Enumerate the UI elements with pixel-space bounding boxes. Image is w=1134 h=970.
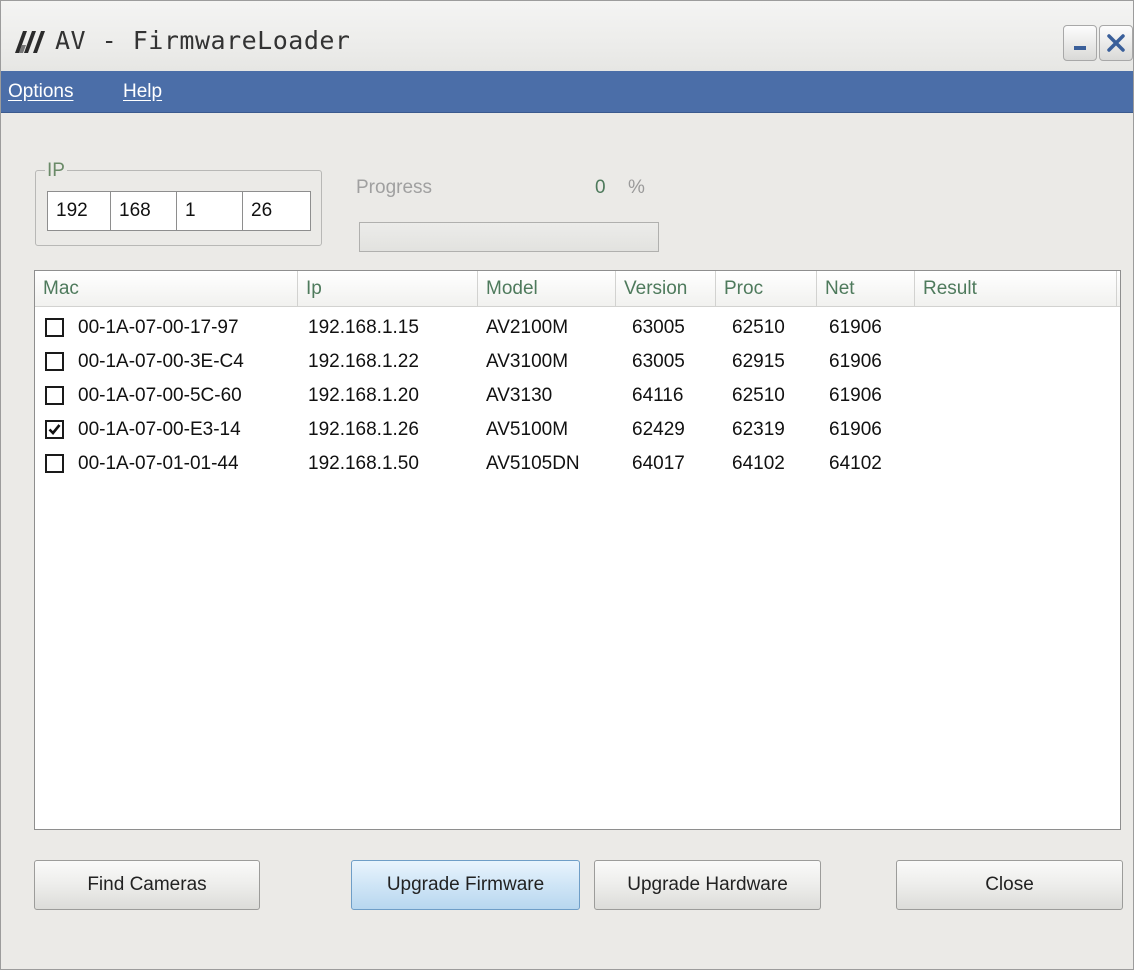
list-item[interactable]: 00-1A-07-00-3E-C4 192.168.1.22 AV3100M 6300… xyxy=(35,345,1120,379)
ip-octet-3[interactable]: 1 xyxy=(177,192,243,230)
cell-net: 61906 xyxy=(829,317,882,338)
column-header-proc[interactable]: Proc xyxy=(716,271,817,307)
cell-mac: 00-1A-07-00-3E-C4 xyxy=(78,351,244,372)
cell-ip: 192.168.1.26 xyxy=(308,419,419,440)
column-header-result[interactable]: Result xyxy=(915,271,1117,307)
av-logo-icon xyxy=(15,31,45,53)
checkbox-icon[interactable] xyxy=(45,386,64,405)
checkbox-icon[interactable] xyxy=(45,318,64,337)
list-item[interactable]: 00-1A-07-00-5C-60 192.168.1.20 AV3130 64116… xyxy=(35,379,1120,413)
cell-ip: 192.168.1.50 xyxy=(308,453,419,474)
progress-bar xyxy=(359,222,659,252)
checkbox-icon[interactable] xyxy=(45,352,64,371)
cell-version: 62429 xyxy=(632,419,685,440)
progress-label: Progress xyxy=(356,177,433,198)
window-title: AV - FirmwareLoader xyxy=(55,26,351,55)
cell-version: 64116 xyxy=(632,385,684,406)
close-window-button[interactable] xyxy=(1099,25,1133,61)
menu-help[interactable]: Help xyxy=(123,81,162,103)
cell-proc: 62510 xyxy=(732,385,785,406)
close-icon xyxy=(1107,34,1125,52)
cell-ip: 192.168.1.20 xyxy=(308,385,419,406)
cell-version: 63005 xyxy=(632,351,685,372)
upgrade-hardware-button[interactable]: Upgrade Hardware xyxy=(594,860,821,910)
cell-model: AV5100M xyxy=(486,419,569,440)
cell-net: 61906 xyxy=(829,385,882,406)
progress-value: 0 xyxy=(595,177,606,198)
ip-octet-1[interactable]: 192 xyxy=(48,192,111,230)
column-header-model[interactable]: Model xyxy=(478,271,616,307)
cell-net: 64102 xyxy=(829,453,882,474)
ip-address-field[interactable]: 192 168 1 26 xyxy=(47,191,311,231)
list-item[interactable]: 00-1A-07-00-17-97 192.168.1.15 AV2100M 6300… xyxy=(35,311,1120,345)
cell-model: AV3100M xyxy=(486,351,569,372)
minimize-button[interactable] xyxy=(1063,25,1097,61)
checkbox-icon[interactable] xyxy=(45,454,64,473)
progress-unit: % xyxy=(628,177,645,198)
cell-model: AV2100M xyxy=(486,317,569,338)
list-header: Mac Ip Model Version Proc Net Result xyxy=(35,271,1120,307)
menu-bar: Options Help xyxy=(1,71,1133,113)
column-header-net[interactable]: Net xyxy=(817,271,915,307)
close-button[interactable]: Close xyxy=(896,860,1123,910)
cell-ip: 192.168.1.15 xyxy=(308,317,419,338)
menu-options[interactable]: Options xyxy=(8,81,73,103)
list-item[interactable]: 00-1A-07-01-01-44 192.168.1.50 AV5105DN 640… xyxy=(35,447,1120,481)
cell-proc: 62915 xyxy=(732,351,785,372)
column-header-ip[interactable]: Ip xyxy=(298,271,478,307)
minimize-icon xyxy=(1074,46,1086,50)
cell-mac: 00-1A-07-00-E3-14 xyxy=(78,419,241,440)
cell-net: 61906 xyxy=(829,351,882,372)
list-item[interactable]: 00-1A-07-00-E3-14 192.168.1.26 AV5100M 6242… xyxy=(35,413,1120,447)
ip-octet-2[interactable]: 168 xyxy=(111,192,177,230)
cell-ip: 192.168.1.22 xyxy=(308,351,419,372)
cell-version: 64017 xyxy=(632,453,685,474)
cell-mac: 00-1A-07-00-17-97 xyxy=(78,317,239,338)
cell-model: AV3130 xyxy=(486,385,553,406)
checkbox-icon[interactable] xyxy=(45,420,64,439)
cell-mac: 00-1A-07-00-5C-60 xyxy=(78,385,242,406)
cell-mac: 00-1A-07-01-01-44 xyxy=(78,453,239,474)
column-header-version[interactable]: Version xyxy=(616,271,716,307)
cell-net: 61906 xyxy=(829,419,882,440)
cell-version: 63005 xyxy=(632,317,685,338)
upgrade-firmware-button[interactable]: Upgrade Firmware xyxy=(351,860,580,910)
column-header-mac[interactable]: Mac xyxy=(35,271,298,307)
cell-proc: 62319 xyxy=(732,419,785,440)
ip-octet-4[interactable]: 26 xyxy=(243,192,310,230)
cell-model: AV5105DN xyxy=(486,453,580,474)
find-cameras-button[interactable]: Find Cameras xyxy=(34,860,260,910)
ip-group-label: IP xyxy=(45,160,67,182)
cell-proc: 64102 xyxy=(732,453,785,474)
firmware-loader-window: AV - FirmwareLoader Options Help IP 192 … xyxy=(0,0,1134,970)
camera-list[interactable]: Mac Ip Model Version Proc Net Result 00-… xyxy=(34,270,1121,830)
cell-proc: 62510 xyxy=(732,317,785,338)
